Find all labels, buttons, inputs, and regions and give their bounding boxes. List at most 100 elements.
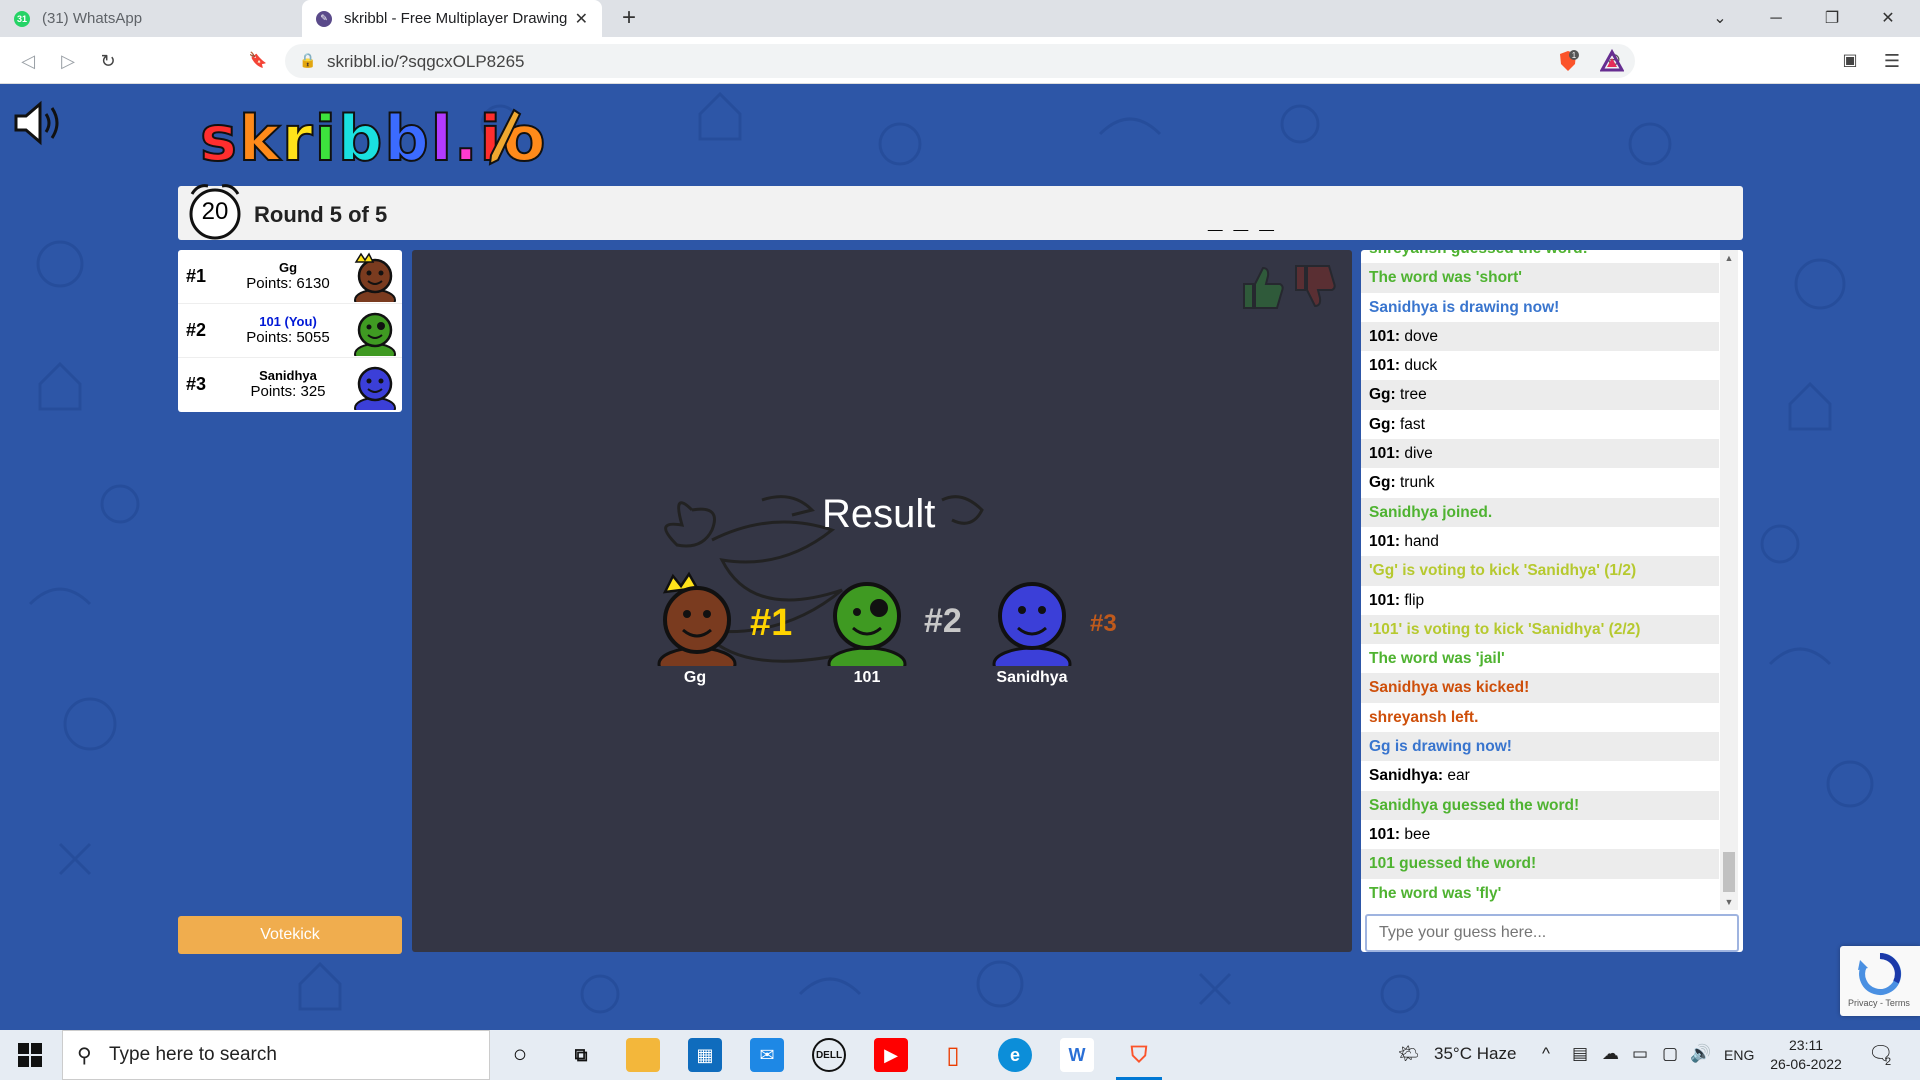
player-row[interactable]: #3 Sanidhya Points: 325 bbox=[178, 358, 402, 412]
system-clock[interactable]: 23:11 26-06-2022 bbox=[1760, 1036, 1852, 1074]
bookmark-icon[interactable]: 🔖 bbox=[244, 47, 272, 75]
podium-first: Gg bbox=[647, 570, 743, 687]
crown-icon bbox=[354, 252, 375, 263]
chat-text: flip bbox=[1404, 591, 1425, 609]
player-points: Points: 6130 bbox=[246, 275, 330, 292]
alarm-clock-icon: 20 bbox=[184, 180, 246, 242]
player-avatar bbox=[354, 252, 396, 302]
tray-device-icon[interactable]: ▤ bbox=[1572, 1044, 1588, 1064]
thumbs-up-icon[interactable] bbox=[1238, 262, 1288, 312]
search-placeholder: Type here to search bbox=[109, 1044, 277, 1065]
recaptcha-badge[interactable]: Privacy - Terms bbox=[1840, 946, 1920, 1016]
onedrive-icon[interactable]: ☁ bbox=[1602, 1044, 1619, 1064]
scrollbar-thumb[interactable] bbox=[1723, 852, 1735, 892]
volume-icon[interactable]: 🔊 bbox=[1690, 1044, 1711, 1064]
dell-icon[interactable]: DELL bbox=[812, 1038, 846, 1072]
windows-start-icon[interactable] bbox=[18, 1043, 42, 1067]
chat-text: dive bbox=[1404, 445, 1433, 463]
chat-text: hand bbox=[1404, 532, 1439, 550]
mail-icon[interactable]: ✉ bbox=[750, 1038, 784, 1072]
address-bar[interactable]: 🔒 skribbl.io/?sqgcxOLP8265 ⊖ bbox=[285, 44, 1635, 78]
wallet-icon[interactable]: ▣ bbox=[1836, 47, 1864, 75]
chat-messages[interactable]: shreyansh guessed the word!The word was … bbox=[1361, 250, 1719, 910]
thumbs-down-icon[interactable] bbox=[1290, 262, 1340, 312]
language-indicator[interactable]: ENG bbox=[1724, 1047, 1754, 1063]
minimize-button[interactable]: ─ bbox=[1748, 0, 1804, 37]
chat-message: 101 guessed the word! bbox=[1361, 849, 1719, 879]
chat-message: Gg: trunk bbox=[1361, 468, 1719, 497]
reload-button[interactable]: ↻ bbox=[94, 47, 122, 75]
player-name: Gg bbox=[278, 260, 298, 275]
svg-text:1: 1 bbox=[1572, 51, 1577, 60]
cortana-icon[interactable]: ○ bbox=[503, 1038, 537, 1072]
guess-input[interactable] bbox=[1365, 914, 1739, 952]
brave-shield-icon[interactable]: 1 bbox=[1556, 49, 1580, 73]
tab-whatsapp[interactable]: 31 (31) WhatsApp bbox=[0, 0, 302, 37]
new-tab-button[interactable]: + bbox=[615, 4, 643, 32]
chat-message: Sanidhya is drawing now! bbox=[1369, 298, 1560, 316]
player-name: Sanidhya bbox=[259, 368, 317, 383]
file-explorer-icon[interactable] bbox=[626, 1038, 660, 1072]
recaptcha-links[interactable]: Privacy - Terms bbox=[1848, 998, 1910, 1008]
chat-message: 101: duck bbox=[1361, 351, 1719, 380]
word-app-icon[interactable]: W bbox=[1060, 1038, 1094, 1072]
chat-message: Gg: tree bbox=[1361, 380, 1719, 410]
network-icon[interactable]: ▢ bbox=[1662, 1044, 1678, 1064]
scroll-up-icon[interactable]: ▲ bbox=[1720, 250, 1738, 266]
weather-icon[interactable]: 🌤 bbox=[1398, 1044, 1420, 1064]
podium-name: Gg bbox=[683, 669, 707, 686]
lock-icon: 🔒 bbox=[299, 52, 317, 68]
battery-icon[interactable]: ▭ bbox=[1632, 1044, 1648, 1064]
close-tab-icon[interactable]: ✕ bbox=[575, 9, 588, 29]
chat-message: Sanidhya guessed the word! bbox=[1361, 790, 1719, 820]
brave-rewards-icon[interactable] bbox=[1600, 49, 1624, 73]
tab-search-chevron-icon[interactable]: ⌄ bbox=[1692, 0, 1748, 37]
chat-nick: 101: bbox=[1369, 445, 1401, 463]
chat-message: Gg is drawing now! bbox=[1361, 732, 1719, 762]
podium-avatar bbox=[657, 571, 737, 682]
player-rank: #3 bbox=[186, 374, 207, 394]
back-button[interactable]: ◁ bbox=[14, 47, 42, 75]
podium-avatar bbox=[827, 582, 907, 682]
chat-message: 101: hand bbox=[1361, 527, 1719, 556]
chat-message: Sanidhya joined. bbox=[1361, 497, 1719, 527]
chat-message: 101: flip bbox=[1361, 586, 1719, 615]
forward-button[interactable]: ▷ bbox=[54, 47, 82, 75]
player-row[interactable]: #1 Gg Points: 6130 bbox=[178, 250, 402, 304]
chat-scrollbar[interactable]: ▲ ▼ bbox=[1720, 250, 1738, 910]
clock-date: 26-06-2022 bbox=[1770, 1056, 1842, 1072]
menu-icon[interactable]: ☰ bbox=[1878, 47, 1906, 75]
tray-chevron-icon[interactable]: ^ bbox=[1542, 1044, 1550, 1064]
edge-icon[interactable]: e bbox=[998, 1038, 1032, 1072]
office-icon[interactable]: ▯ bbox=[936, 1038, 970, 1072]
podium-rank-second: #2 bbox=[924, 602, 962, 640]
chat-message: '101' is voting to kick 'Sanidhya' (2/2) bbox=[1361, 614, 1719, 645]
close-window-button[interactable]: ✕ bbox=[1860, 0, 1916, 37]
scroll-down-icon[interactable]: ▼ bbox=[1720, 894, 1738, 910]
player-row[interactable]: #2 101 (You) Points: 5055 bbox=[178, 304, 402, 358]
notification-count: 2 bbox=[1885, 1056, 1892, 1068]
browser-toolbar: ◁ ▷ ↻ 🔖 🔒 skribbl.io/?sqgcxOLP8265 ⊖ 1 ▣… bbox=[0, 37, 1920, 84]
chat-nick: Gg: bbox=[1369, 415, 1396, 433]
chat-text: duck bbox=[1404, 357, 1438, 375]
url-text: skribbl.io/?sqgcxOLP8265 bbox=[327, 52, 525, 71]
chat-message: 101: bee bbox=[1361, 820, 1719, 849]
chat-message: Sanidhya: ear bbox=[1361, 761, 1719, 790]
weather-text[interactable]: 35°C Haze bbox=[1434, 1044, 1516, 1064]
chat-text: fast bbox=[1400, 415, 1425, 433]
player-rank: #2 bbox=[186, 320, 207, 340]
votekick-button[interactable]: Votekick bbox=[178, 916, 402, 954]
taskbar-search[interactable]: ⚲ Type here to search bbox=[62, 1030, 490, 1080]
maximize-button[interactable]: ❐ bbox=[1804, 0, 1860, 37]
chat-nick: 101: bbox=[1369, 591, 1401, 609]
tab-title: (31) WhatsApp bbox=[42, 10, 143, 27]
task-view-icon[interactable]: ⧉ bbox=[564, 1038, 598, 1072]
brave-taskbar-icon[interactable]: ⛉ bbox=[1116, 1038, 1162, 1080]
tab-skribbl[interactable]: ✎ skribbl - Free Multiplayer Drawing ✕ bbox=[302, 0, 602, 37]
chat-text: dove bbox=[1404, 327, 1438, 345]
drawing-canvas[interactable]: Result Gg #1 101 #2 Sanidhya #3 bbox=[412, 250, 1352, 952]
chat-message: 101: dove bbox=[1361, 321, 1719, 352]
sound-toggle-icon[interactable] bbox=[12, 98, 62, 148]
microsoft-store-icon[interactable]: ▦ bbox=[688, 1038, 722, 1072]
youtube-icon[interactable]: ▶ bbox=[874, 1038, 908, 1072]
